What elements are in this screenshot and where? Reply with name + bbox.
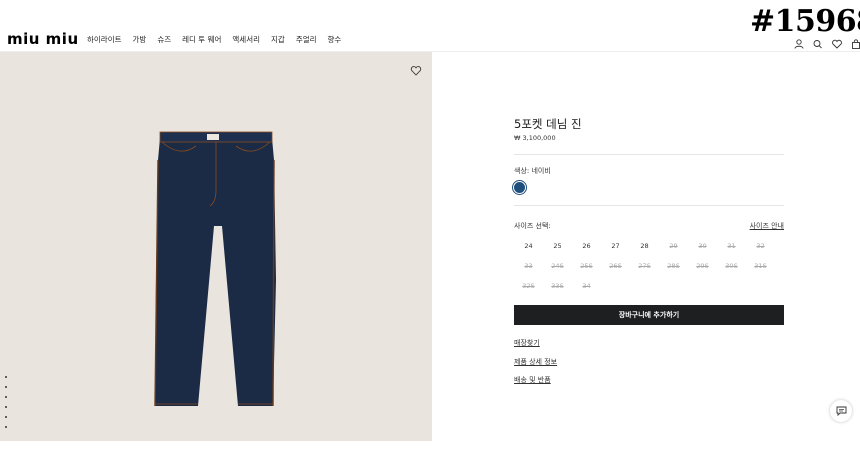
- nav-item-bags[interactable]: 가방: [133, 34, 147, 45]
- nav-item-accessories[interactable]: 액세서리: [232, 34, 260, 45]
- size-option[interactable]: 27S: [630, 260, 659, 280]
- account-icon[interactable]: [793, 34, 805, 49]
- product-details-link[interactable]: 제품 상세 정보: [514, 357, 557, 367]
- size-option[interactable]: 27: [601, 240, 630, 260]
- size-guide-link[interactable]: 사이즈 안내: [750, 221, 784, 231]
- color-label: 색상: 네이비: [514, 167, 551, 175]
- size-option[interactable]: 26: [572, 240, 601, 260]
- size-option[interactable]: 24: [514, 240, 543, 260]
- chat-icon: [836, 406, 846, 416]
- wishlist-heart-icon[interactable]: [410, 62, 422, 76]
- main-nav: 하이라이트 가방 슈즈 레디 투 웨어 액세서리 지갑 주얼리 향수: [87, 34, 352, 45]
- size-option[interactable]: 32: [746, 240, 775, 260]
- shipping-returns-link[interactable]: 배송 및 반품: [514, 375, 551, 385]
- size-option[interactable]: 34: [572, 280, 601, 300]
- size-option[interactable]: 28: [630, 240, 659, 260]
- color-swatch-navy[interactable]: [514, 182, 525, 193]
- brand-logo[interactable]: miu miu: [7, 30, 79, 48]
- size-option[interactable]: 29: [659, 240, 688, 260]
- size-option[interactable]: 32S: [514, 280, 543, 300]
- size-option[interactable]: 29S: [688, 260, 717, 280]
- product-image-panel: [0, 52, 432, 441]
- size-option[interactable]: 24S: [543, 260, 572, 280]
- nav-item-fragrance[interactable]: 향수: [328, 34, 342, 45]
- size-option[interactable]: 30: [688, 240, 717, 260]
- size-option[interactable]: 28S: [659, 260, 688, 280]
- size-option[interactable]: 31: [717, 240, 746, 260]
- size-grid: 24 25 26 27 28 29 30 31 32 33 24S 25S 26S 27S 28S 29S 30…: [514, 240, 789, 300]
- size-option[interactable]: 33: [514, 260, 543, 280]
- wishlist-icon[interactable]: [831, 34, 843, 49]
- product-price: ₩ 3,100,000: [514, 134, 556, 142]
- bag-icon[interactable]: [850, 34, 860, 49]
- size-option[interactable]: 31S: [746, 260, 775, 280]
- nav-item-highlights[interactable]: 하이라이트: [87, 34, 122, 45]
- product-title: 5포켓 데님 진: [514, 117, 582, 131]
- store-locator-link[interactable]: 매장찾기: [514, 338, 540, 348]
- carousel-dot[interactable]: [5, 406, 7, 408]
- size-option[interactable]: 30S: [717, 260, 746, 280]
- divider: [514, 154, 784, 155]
- size-label: 사이즈 선택:: [514, 222, 551, 230]
- carousel-dot[interactable]: [5, 376, 7, 378]
- header-icons: [793, 34, 860, 49]
- carousel-dot[interactable]: [5, 386, 7, 388]
- size-option[interactable]: 26S: [601, 260, 630, 280]
- size-option[interactable]: 25: [543, 240, 572, 260]
- nav-item-shoes[interactable]: 슈즈: [157, 34, 171, 45]
- nav-item-ready-to-wear[interactable]: 레디 투 웨어: [182, 34, 221, 45]
- image-carousel-dots: [5, 376, 7, 428]
- product-image: [150, 130, 280, 416]
- divider: [514, 205, 784, 206]
- size-option[interactable]: 25S: [572, 260, 601, 280]
- carousel-dot[interactable]: [5, 426, 7, 428]
- search-icon[interactable]: [812, 34, 824, 49]
- carousel-dot[interactable]: [5, 416, 7, 418]
- carousel-dot[interactable]: [5, 396, 7, 398]
- jeans-body: [155, 138, 276, 406]
- size-option[interactable]: 33S: [543, 280, 572, 300]
- nav-item-wallets[interactable]: 지갑: [271, 34, 285, 45]
- add-to-cart-button[interactable]: 장바구니에 추가하기: [514, 305, 784, 325]
- chat-button[interactable]: [830, 400, 852, 422]
- nav-item-jewelry[interactable]: 주얼리: [296, 34, 317, 45]
- header: miu miu 하이라이트 가방 슈즈 레디 투 웨어 액세서리 지갑 주얼리 …: [0, 0, 860, 52]
